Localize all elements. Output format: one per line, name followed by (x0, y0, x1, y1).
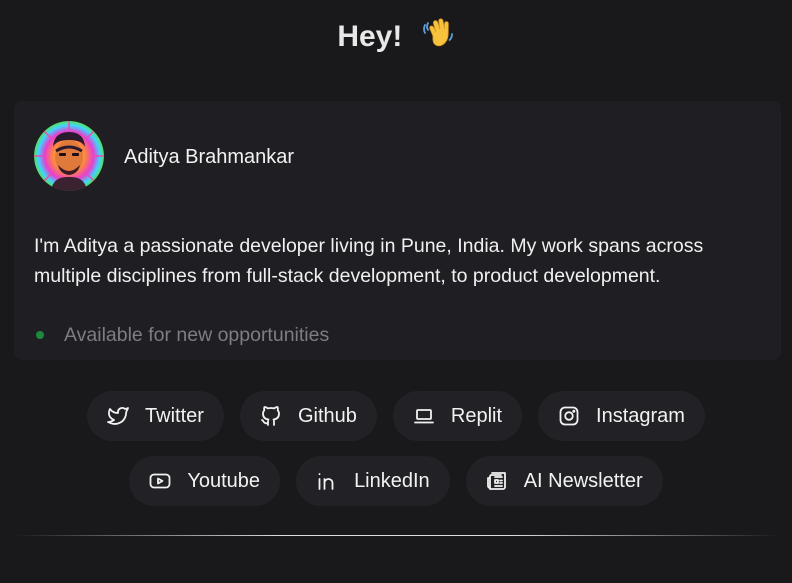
avatar (34, 121, 104, 191)
greeting-title: Hey! (337, 20, 403, 53)
linkedin-link-button[interactable]: LinkedIn (296, 456, 450, 506)
ai-newsletter-link-button[interactable]: AI Newsletter (465, 456, 663, 506)
status-dot-icon (36, 331, 44, 339)
replit-label: Replit (450, 404, 503, 427)
twitter-icon (105, 403, 131, 429)
availability-status: Available for new opportunities (34, 323, 329, 347)
newspaper-icon (484, 468, 510, 494)
social-links-row-2: Youtube LinkedIn AI Newsletter (0, 456, 792, 506)
twitter-link-button[interactable]: Twitter (87, 391, 224, 441)
github-link-button[interactable]: Github (239, 391, 377, 441)
social-links-row-1: Twitter Github Replit Instagram (0, 391, 792, 441)
ai-newsletter-label: AI Newsletter (523, 469, 643, 492)
instagram-icon (556, 403, 582, 429)
linkedin-icon (314, 468, 340, 494)
github-label: Github (297, 404, 357, 427)
replit-link-button[interactable]: Replit (392, 391, 523, 441)
youtube-icon (147, 468, 173, 494)
footer-divider (14, 535, 781, 536)
twitter-label: Twitter (145, 404, 204, 427)
youtube-label: Youtube (187, 469, 261, 492)
linkedin-label: LinkedIn (354, 469, 430, 492)
profile-name: Aditya Brahmankar (124, 146, 295, 168)
status-text: Available for new opportunities (64, 324, 330, 346)
page: Hey! Aditya Brahmankar I'm Aditya a pass… (0, 0, 792, 583)
profile-card: Aditya Brahmankar I'm Aditya a passionat… (14, 101, 781, 360)
instagram-link-button[interactable]: Instagram (538, 391, 705, 441)
profile-bio: I'm Aditya a passionate developer living… (34, 235, 704, 287)
youtube-link-button[interactable]: Youtube (129, 456, 281, 506)
greeting-heading: Hey! (0, 16, 792, 61)
laptop-icon (411, 403, 437, 429)
waving-hand-icon (421, 16, 455, 61)
instagram-label: Instagram (596, 404, 685, 427)
github-icon (258, 403, 284, 429)
